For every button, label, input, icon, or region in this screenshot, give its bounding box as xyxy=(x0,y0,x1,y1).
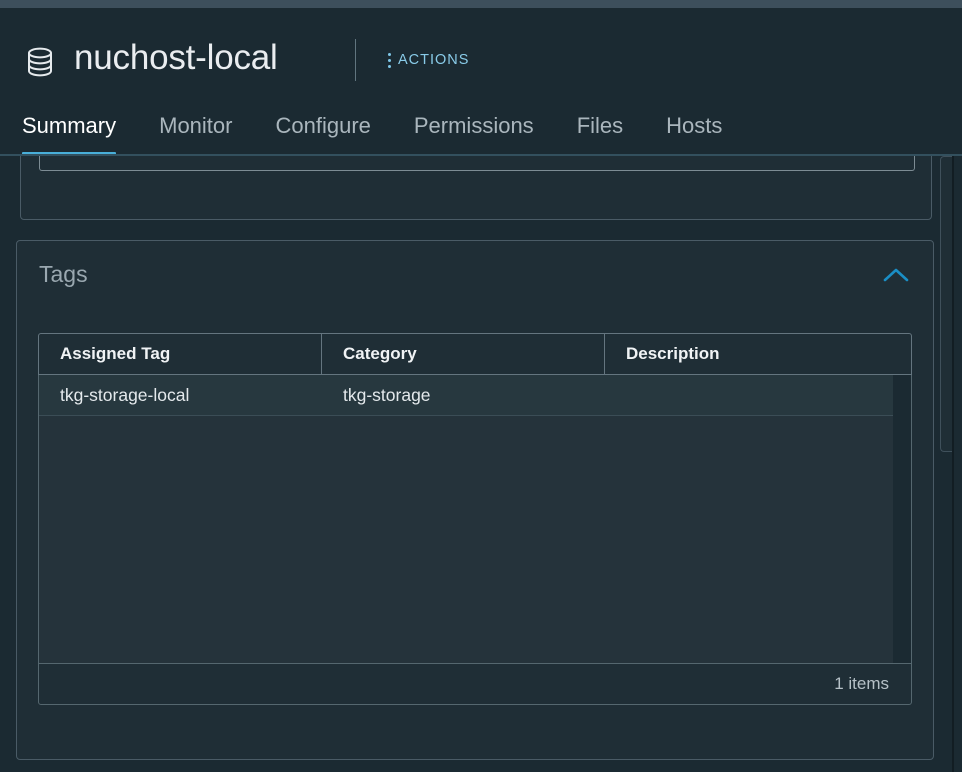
tab-hosts[interactable]: Hosts xyxy=(666,96,722,140)
tab-configure[interactable]: Configure xyxy=(275,96,370,140)
summary-content-scroll[interactable]: Tags Assigned Tag Category Description t… xyxy=(0,156,954,764)
tab-summary[interactable]: Summary xyxy=(22,96,117,157)
tab-bar: Summary Monitor Configure Permissions Fi… xyxy=(0,96,962,157)
table-footer: 1 items xyxy=(38,663,912,705)
tab-monitor[interactable]: Monitor xyxy=(159,96,232,140)
table-header-row: Assigned Tag Category Description xyxy=(38,333,912,375)
actions-button[interactable]: ACTIONS xyxy=(388,48,469,72)
clipped-table-remnant xyxy=(39,156,915,171)
datastore-icon xyxy=(22,44,58,80)
table-body: tkg-storage-local tkg-storage xyxy=(38,375,912,663)
tab-files[interactable]: Files xyxy=(577,96,623,140)
page-title: nuchost-local xyxy=(74,38,278,77)
cell-assigned-tag: tkg-storage-local xyxy=(60,385,190,405)
vsphere-client-app: nuchost-local ACTIONS Summary Monitor Co… xyxy=(0,8,962,772)
actions-label: ACTIONS xyxy=(398,52,470,68)
card-above-tags xyxy=(20,156,932,220)
chevron-up-icon[interactable] xyxy=(881,263,911,287)
object-header: nuchost-local ACTIONS xyxy=(0,8,962,96)
tags-table: Assigned Tag Category Description tkg-st… xyxy=(38,333,912,705)
tab-list: Summary Monitor Configure Permissions Fi… xyxy=(22,96,765,157)
kebab-menu-icon xyxy=(388,52,391,68)
tags-card-title: Tags xyxy=(39,261,88,287)
header-divider xyxy=(355,39,356,81)
item-count-label: 1 items xyxy=(834,674,889,693)
tags-card: Tags Assigned Tag Category Description t… xyxy=(16,240,934,760)
cell-category: tkg-storage xyxy=(343,385,431,405)
table-vertical-scrollbar[interactable] xyxy=(893,375,911,663)
table-row[interactable]: tkg-storage-local tkg-storage xyxy=(39,375,911,416)
right-rail xyxy=(954,156,962,772)
column-header-assigned-tag[interactable]: Assigned Tag xyxy=(39,334,322,374)
window-top-strip xyxy=(0,0,962,8)
column-header-category[interactable]: Category xyxy=(322,334,605,374)
column-header-description[interactable]: Description xyxy=(605,334,911,374)
tab-permissions[interactable]: Permissions xyxy=(414,96,534,140)
